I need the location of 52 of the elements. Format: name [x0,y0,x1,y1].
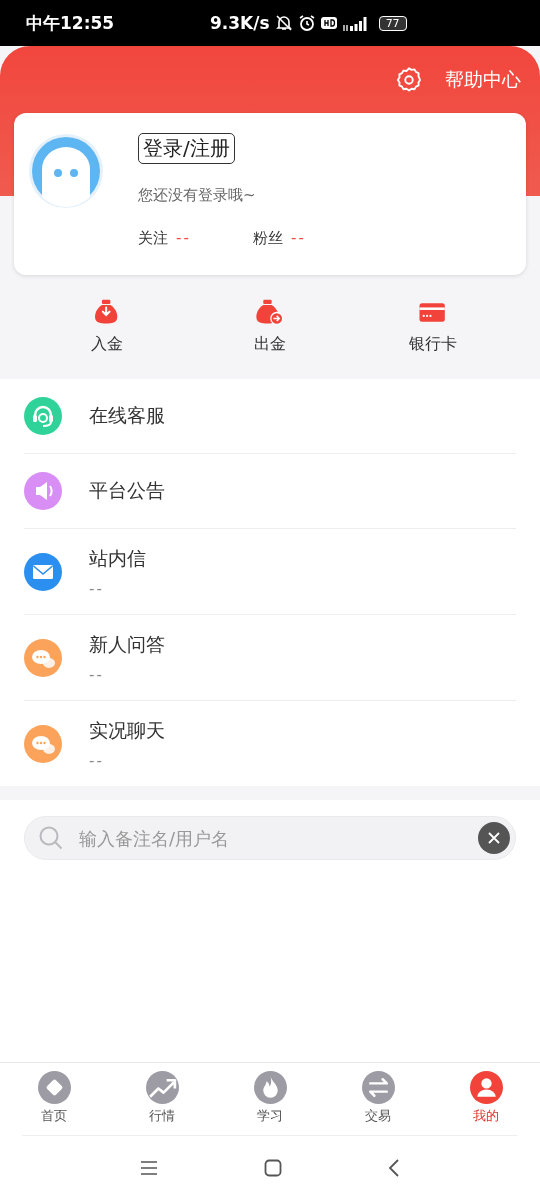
avatar-icon [28,133,104,209]
menu-item-title: 在线客服 [89,403,165,428]
home-square-icon [264,1159,282,1177]
menu-item-title: 平台公告 [89,478,165,503]
stat-value: -- [176,229,191,248]
help-center-link[interactable]: 帮助中心 [445,66,521,93]
shortcut-link[interactable]: 出金 [254,334,286,355]
chat-bubbles-icon [24,638,62,677]
flame-icon [253,1071,287,1104]
menu-item-title: 新人问答 [89,631,165,657]
shortcut-link[interactable]: 银行卡 [408,334,457,355]
battery-indicator: 77 [378,15,407,31]
menu-item[interactable]: 在线客服 [24,379,516,454]
headset-icon [24,397,62,435]
shortcut-link[interactable]: 入金 [91,334,124,355]
mail-icon [24,552,62,591]
search-field[interactable]: 输入备注名/用户名 [24,816,516,860]
menu-item-subtitle: -- [89,579,105,598]
close-icon [488,832,500,844]
menu-item-subtitle: -- [89,665,105,684]
nav-tab[interactable]: 首页 [0,1063,108,1135]
exchange-icon [361,1071,395,1104]
menu-item[interactable]: 平台公告 [24,454,516,529]
signal-icon [341,14,368,32]
back-icon [388,1159,400,1177]
menu-item[interactable]: 新人问答 -- [24,615,516,701]
nav-tab[interactable]: 行情 [108,1063,216,1135]
menu-item[interactable]: 实况聊天 -- [24,701,516,786]
nav-tab[interactable]: 我的 [432,1063,540,1135]
stat-label: 关注 [138,229,168,248]
menu-item[interactable]: 站内信 -- [24,529,516,615]
person-icon [469,1071,503,1104]
login-register-button[interactable]: 登录/注册 [138,133,235,164]
settings-icon [395,65,423,94]
menu-item-title: 站内信 [89,545,146,571]
stat-value: -- [291,229,306,248]
login-hint: 您还没有登录哦~ [138,186,256,205]
stat-label: 粉丝 [253,229,283,248]
speaker-icon [24,472,62,510]
nav-tab[interactable]: 学习 [216,1063,324,1135]
money-bag-icon [254,299,286,326]
clock-time: 中午12:55 [26,11,116,35]
muted-bell-icon [274,14,293,32]
chat-bubbles-icon [24,724,62,763]
trend-up-icon [145,1071,179,1104]
menu-icon [140,1160,158,1176]
menu-item-title: 实况聊天 [89,717,165,743]
menu-item-subtitle: -- [89,751,105,770]
nav-tab[interactable]: 交易 [324,1063,432,1135]
network-speed: 9.3K/s [210,13,270,33]
alarm-icon [297,14,316,32]
hd-icon [320,17,337,29]
